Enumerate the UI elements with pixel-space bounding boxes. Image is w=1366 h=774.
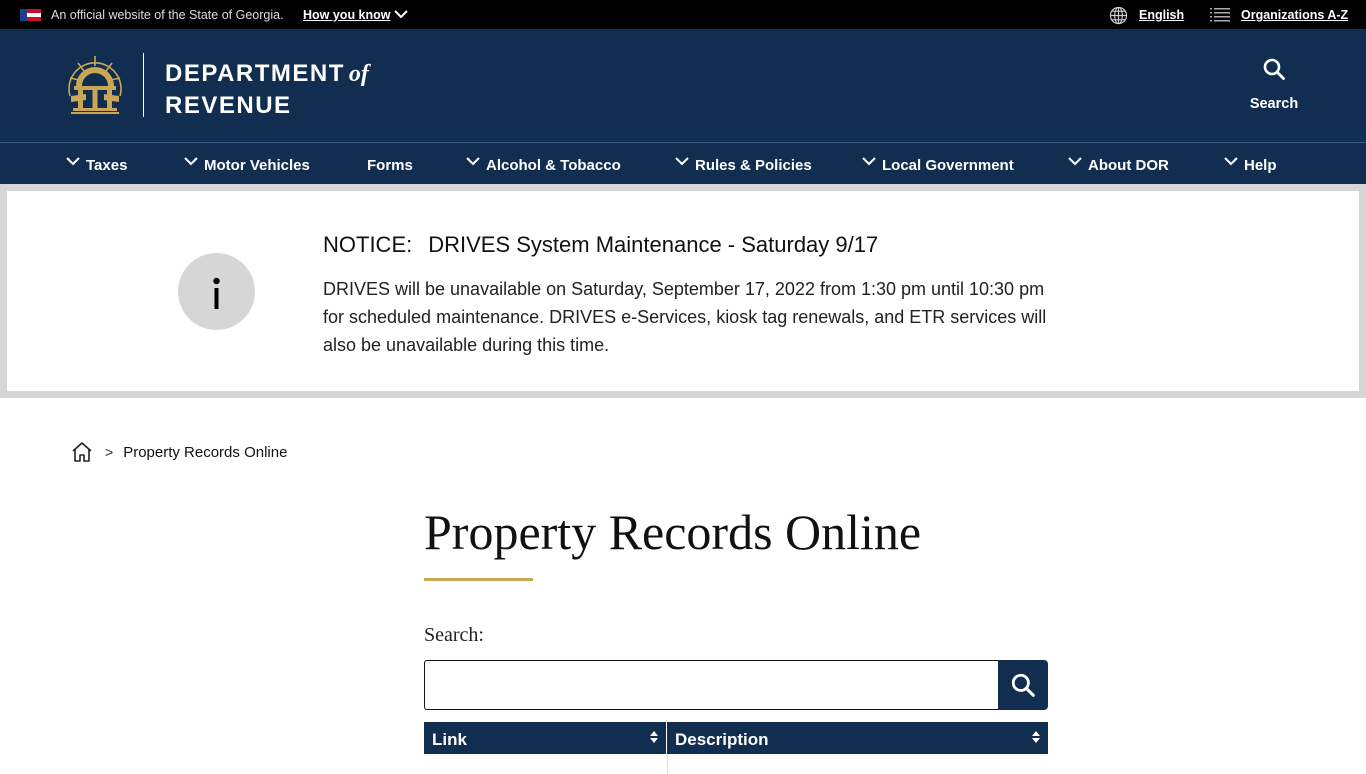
title-underline [424,578,533,581]
page-title: Property Records Online [424,504,922,560]
search-submit-button[interactable] [998,660,1048,710]
breadcrumb-separator: > [105,444,114,460]
chevron-down-icon[interactable] [394,9,408,19]
how-you-know-link[interactable]: How you know [303,8,391,22]
nav-label: About DOR [1088,157,1169,174]
chevron-down-icon [1224,157,1238,166]
breadcrumb: > Property Records Online [71,441,287,463]
organizations-az-link[interactable]: Organizations A-Z [1241,8,1348,22]
chevron-down-icon [66,157,80,166]
search-label: Search: [424,624,484,646]
notice-body: DRIVES will be unavailable on Saturday, … [323,279,1047,355]
sort-icon [1032,731,1040,743]
brand-of: of [348,61,369,87]
brand-line1: DEPARTMENT [165,60,345,87]
search-icon [1011,673,1035,697]
nav-label: Taxes [86,157,128,174]
nav-item-help[interactable]: Help [1224,157,1277,174]
nav-label: Motor Vehicles [204,157,310,174]
column-header-link[interactable]: Link [424,722,667,754]
chevron-down-icon [1068,157,1082,166]
header-divider [143,53,144,117]
georgia-flag-icon [20,9,41,21]
nav-label: Local Government [882,157,1014,174]
chevron-down-icon [184,157,198,166]
notice-label: NOTICE: [323,232,413,257]
notice-title: NOTICE: DRIVES System Maintenance - Satur… [323,232,878,258]
language-link[interactable]: English [1139,8,1184,22]
chevron-down-icon [466,157,480,166]
main-navigation: Taxes Motor Vehicles Forms Alcohol & Tob… [0,142,1366,184]
department-of-revenue-logo-text[interactable]: DEPARTMENT of REVENUE [165,58,369,122]
notice-panel: NOTICE: DRIVES System Maintenance - Satur… [7,191,1359,391]
nav-item-about-dor[interactable]: About DOR [1068,157,1169,174]
search-label: Search [1249,96,1299,112]
sort-icon [650,731,658,743]
table-header: Link Description [424,722,1048,754]
notice-heading: DRIVES System Maintenance - Saturday 9/1… [428,232,879,257]
nav-item-rules-policies[interactable]: Rules & Policies [675,157,812,174]
nav-label: Forms [367,157,413,174]
nav-label: Alcohol & Tobacco [486,157,621,174]
search-icon [1263,58,1285,80]
nav-item-taxes[interactable]: Taxes [66,157,127,174]
official-website-text: An official website of the State of Geor… [51,8,284,22]
info-icon [178,253,255,330]
column-divider [667,754,668,774]
notice-banner: NOTICE: DRIVES System Maintenance - Satur… [0,184,1366,398]
nav-item-alcohol-tobacco[interactable]: Alcohol & Tobacco [466,157,621,174]
property-records-table: Link Description [424,722,1048,774]
list-icon [1210,8,1230,22]
nav-item-forms[interactable]: Forms [367,157,413,174]
nav-label: Rules & Policies [695,157,812,174]
search-input[interactable] [424,660,1000,710]
column-header-description[interactable]: Description [667,722,1048,754]
nav-item-motor-vehicles[interactable]: Motor Vehicles [184,157,310,174]
chevron-down-icon [675,157,689,166]
breadcrumb-current: Property Records Online [123,443,288,461]
chevron-down-icon [862,157,876,166]
header-search-button[interactable]: Search [1240,57,1308,112]
site-header: DEPARTMENT of REVENUE Search [0,29,1366,142]
home-icon[interactable] [71,441,93,463]
column-label: Link [432,730,467,749]
official-banner: An official website of the State of Geor… [0,0,1366,29]
globe-icon [1109,6,1128,25]
column-label: Description [675,730,769,749]
nav-label: Help [1244,157,1277,174]
georgia-seal-logo[interactable] [66,52,124,116]
nav-item-local-government[interactable]: Local Government [862,157,1014,174]
brand-line2: REVENUE [165,92,292,119]
